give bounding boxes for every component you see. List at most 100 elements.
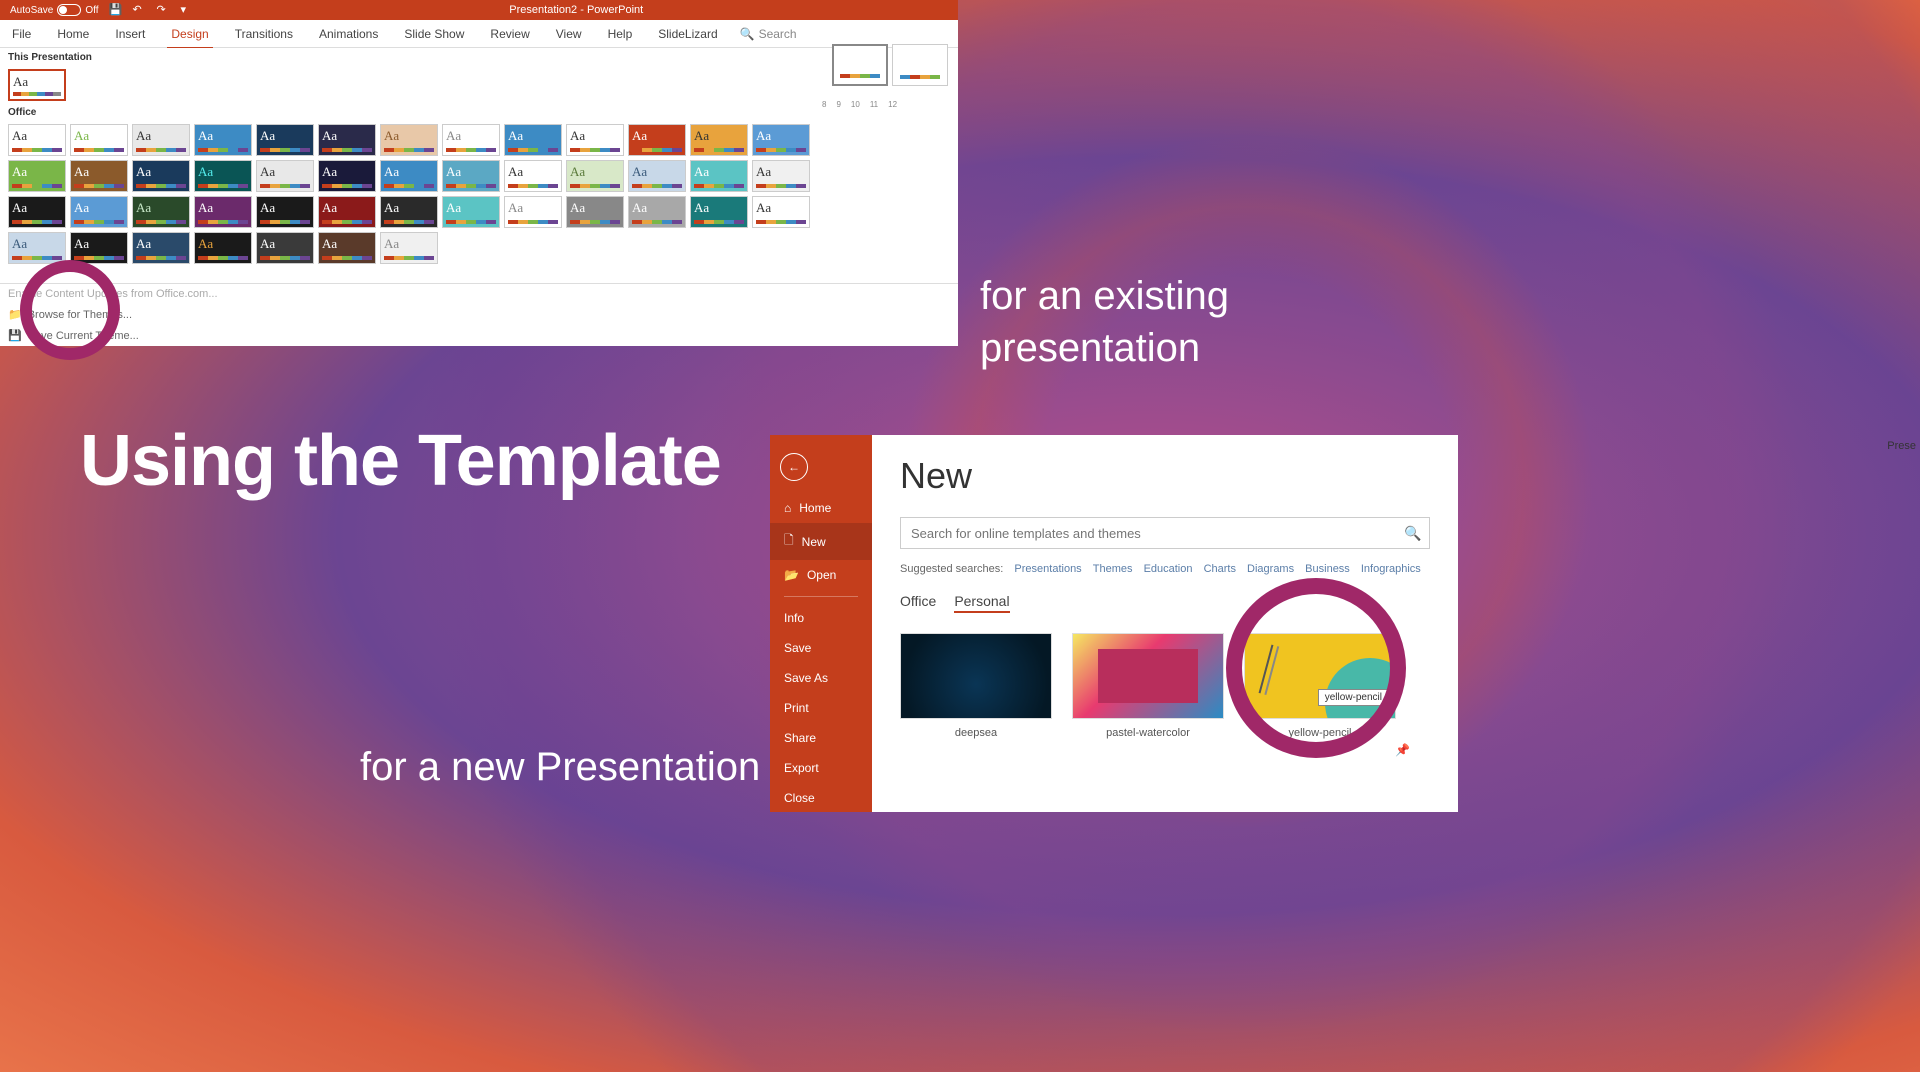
suggest-presentations[interactable]: Presentations — [1014, 563, 1081, 575]
theme-option[interactable]: Aa — [752, 160, 810, 192]
sidebar-export[interactable]: Export — [770, 753, 872, 783]
theme-option[interactable]: Aa — [566, 124, 624, 156]
tab-insert[interactable]: Insert — [111, 27, 149, 41]
theme-option[interactable]: Aa — [442, 124, 500, 156]
template-search[interactable]: 🔍 — [900, 517, 1430, 549]
theme-option[interactable]: Aa — [380, 160, 438, 192]
suggest-diagrams[interactable]: Diagrams — [1247, 563, 1294, 575]
template-pastel-watercolor[interactable]: pastel-watercolor — [1072, 633, 1224, 739]
theme-option[interactable]: Aa — [132, 232, 190, 264]
sidebar-open[interactable]: 📂Open — [770, 560, 872, 590]
theme-option[interactable]: Aa — [256, 232, 314, 264]
theme-option[interactable]: Aa — [70, 160, 128, 192]
open-icon: 📂 — [784, 568, 799, 582]
tab-view[interactable]: View — [552, 27, 586, 41]
theme-option[interactable]: Aa — [256, 124, 314, 156]
tab-slideshow[interactable]: Slide Show — [400, 27, 468, 41]
theme-option[interactable]: Aa — [132, 196, 190, 228]
search-input[interactable] — [901, 518, 1397, 548]
theme-option[interactable]: Aa — [318, 232, 376, 264]
ruler: 89101112 — [818, 100, 958, 110]
tab-design[interactable]: Design — [167, 27, 212, 49]
sidebar-home[interactable]: ⌂Home — [770, 493, 872, 523]
theme-option[interactable]: Aa — [752, 124, 810, 156]
tab-home[interactable]: Home — [53, 27, 93, 41]
theme-current[interactable]: Aa — [8, 69, 66, 101]
back-button[interactable]: ← — [780, 453, 808, 481]
sidebar-saveas[interactable]: Save As — [770, 663, 872, 693]
theme-option[interactable]: Aa — [318, 124, 376, 156]
search-icon[interactable]: 🔍 — [1397, 518, 1429, 548]
theme-option[interactable]: Aa — [70, 124, 128, 156]
tab-help[interactable]: Help — [604, 27, 637, 41]
theme-option[interactable]: Aa — [442, 196, 500, 228]
theme-option[interactable]: Aa — [194, 160, 252, 192]
theme-option[interactable]: Aa — [8, 160, 66, 192]
theme-option[interactable]: Aa — [752, 196, 810, 228]
theme-option[interactable]: Aa — [256, 196, 314, 228]
theme-option[interactable]: Aa — [194, 124, 252, 156]
sidebar-info[interactable]: Info — [770, 603, 872, 633]
filter-personal[interactable]: Personal — [954, 593, 1009, 613]
sidebar-share[interactable]: Share — [770, 723, 872, 753]
filter-office[interactable]: Office — [900, 593, 936, 613]
theme-option[interactable]: Aa — [8, 124, 66, 156]
sidebar-print[interactable]: Print — [770, 693, 872, 723]
theme-option[interactable]: Aa — [8, 196, 66, 228]
theme-option[interactable]: Aa — [194, 196, 252, 228]
suggest-charts[interactable]: Charts — [1204, 563, 1236, 575]
suggest-education[interactable]: Education — [1144, 563, 1193, 575]
theme-option[interactable]: Aa — [318, 196, 376, 228]
theme-option[interactable]: Aa — [566, 160, 624, 192]
sidebar-save[interactable]: Save — [770, 633, 872, 663]
theme-option[interactable]: Aa — [380, 196, 438, 228]
theme-option[interactable]: Aa — [70, 232, 128, 264]
theme-option[interactable]: Aa — [504, 124, 562, 156]
sidebar-close[interactable]: Close — [770, 783, 872, 813]
template-deepsea[interactable]: deepsea — [900, 633, 1052, 739]
tab-slidelizard[interactable]: SlideLizard — [654, 27, 721, 41]
ribbon: File Home Insert Design Transitions Anim… — [0, 20, 958, 48]
theme-option[interactable]: Aa — [132, 160, 190, 192]
save-icon[interactable]: 💾 — [109, 3, 123, 17]
theme-option[interactable]: Aa — [8, 232, 66, 264]
redo-icon[interactable]: ↷ — [157, 3, 171, 17]
tab-transitions[interactable]: Transitions — [231, 27, 297, 41]
suggest-themes[interactable]: Themes — [1093, 563, 1133, 575]
theme-option[interactable]: Aa — [504, 160, 562, 192]
variant-1[interactable] — [832, 44, 888, 86]
theme-option[interactable]: Aa — [690, 160, 748, 192]
tab-file[interactable]: File — [8, 27, 35, 41]
theme-option[interactable]: Aa — [132, 124, 190, 156]
theme-option[interactable]: Aa — [380, 124, 438, 156]
undo-icon[interactable]: ↶ — [133, 3, 147, 17]
theme-option[interactable]: Aa — [628, 196, 686, 228]
theme-option[interactable]: Aa — [690, 196, 748, 228]
theme-option[interactable]: Aa — [690, 124, 748, 156]
theme-option[interactable]: Aa — [442, 160, 500, 192]
save-current-theme[interactable]: 💾Save Current Theme... — [0, 325, 958, 346]
suggest-infographics[interactable]: Infographics — [1361, 563, 1421, 575]
theme-option[interactable]: Aa — [628, 124, 686, 156]
caption-new: for a new Presentation — [360, 745, 760, 790]
theme-option[interactable]: Aa — [504, 196, 562, 228]
sidebar-new[interactable]: 🗋New — [770, 523, 872, 560]
pin-icon[interactable]: 📌 — [1395, 743, 1410, 757]
theme-option[interactable]: Aa — [380, 232, 438, 264]
enable-content-updates: Enable Content Updates from Office.com..… — [0, 284, 958, 304]
tab-animations[interactable]: Animations — [315, 27, 382, 41]
theme-option[interactable]: Aa — [256, 160, 314, 192]
search-ribbon[interactable]: 🔍 Search — [740, 27, 797, 41]
theme-option[interactable]: Aa — [318, 160, 376, 192]
theme-option[interactable]: Aa — [70, 196, 128, 228]
browse-for-themes[interactable]: 📁Browse for Themes... — [0, 304, 958, 325]
new-icon: 🗋 — [784, 531, 794, 552]
tab-review[interactable]: Review — [486, 27, 533, 41]
autosave-toggle[interactable]: AutoSave Off — [10, 4, 99, 16]
suggest-business[interactable]: Business — [1305, 563, 1350, 575]
start-slideshow-icon[interactable]: ▾ — [181, 3, 195, 17]
theme-option[interactable]: Aa — [566, 196, 624, 228]
theme-option[interactable]: Aa — [194, 232, 252, 264]
theme-option[interactable]: Aa — [628, 160, 686, 192]
variant-2[interactable] — [892, 44, 948, 86]
